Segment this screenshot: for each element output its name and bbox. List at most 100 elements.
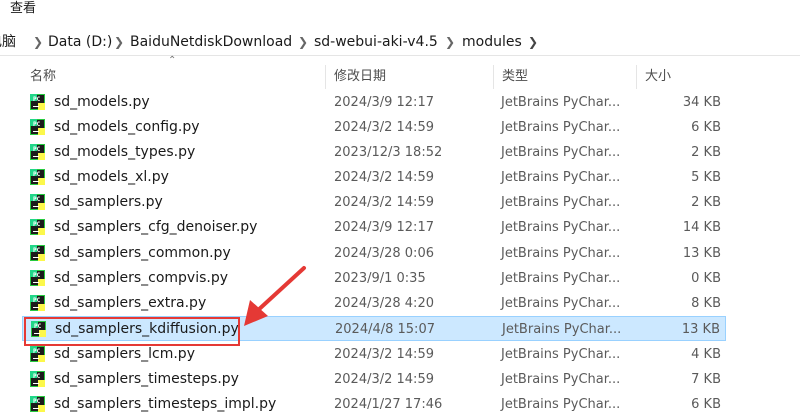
file-name: sd_models_xl.py: [54, 169, 169, 185]
file-date: 2024/3/2 14:59: [334, 120, 434, 135]
file-name: sd_samplers_extra.py: [54, 295, 207, 311]
table-row[interactable]: PC sd_samplers_timesteps.py 2024/3/2 14:59…: [22, 367, 726, 392]
pycharm-file-icon-mark: PC: [33, 272, 41, 279]
file-date: 2024/4/8 15:07: [335, 322, 435, 337]
column-divider[interactable]: [325, 65, 326, 89]
table-row[interactable]: PC sd_samplers_extra.py 2024/3/28 4:20 JetB…: [22, 291, 726, 316]
breadcrumb-folder-download[interactable]: BaiduNetdiskDownload: [130, 29, 292, 55]
file-size: 0 KB: [691, 271, 721, 286]
table-row[interactable]: PC sd_models_xl.py 2024/3/2 14:59 JetBrains…: [22, 165, 726, 190]
annotation-arrow-icon: [244, 266, 306, 326]
pycharm-file-icon: PC: [30, 295, 45, 311]
pycharm-file-icon-mark: PC: [33, 171, 41, 178]
file-name: sd_samplers_timesteps_impl.py: [54, 396, 277, 412]
column-divider[interactable]: [636, 65, 637, 89]
pycharm-file-icon-mark: PC: [33, 297, 41, 304]
column-size[interactable]: 大小: [645, 63, 671, 91]
pycharm-file-icon: PC: [30, 144, 45, 160]
file-type: JetBrains PyChar...: [501, 120, 621, 135]
file-type: JetBrains PyChar...: [501, 347, 621, 362]
file-name: sd_samplers.py: [54, 194, 163, 210]
file-date: 2024/3/2 14:59: [334, 372, 434, 387]
table-row[interactable]: PC sd_samplers.py 2024/3/2 14:59 JetBrains …: [22, 190, 726, 215]
file-type: JetBrains PyChar...: [501, 220, 621, 235]
table-row[interactable]: PC sd_samplers_cfg_denoiser.py 2024/3/9 12…: [22, 215, 726, 240]
pycharm-file-icon: PC: [30, 270, 45, 286]
table-row[interactable]: PC sd_samplers_common.py 2024/3/28 0:06 Jet…: [22, 241, 726, 266]
file-name: sd_models.py: [54, 94, 150, 110]
file-type: JetBrains PyChar...: [501, 195, 621, 210]
pycharm-file-icon-mark: PC: [33, 373, 41, 380]
file-type: JetBrains PyChar...: [501, 397, 621, 412]
file-date: 2024/3/28 0:06: [334, 246, 434, 261]
breadcrumb-drive[interactable]: Data (D:): [48, 29, 112, 55]
column-name[interactable]: 名称: [30, 63, 56, 91]
file-size: 13 KB: [682, 246, 721, 261]
chevron-right-icon[interactable]: ❯: [298, 29, 308, 55]
table-row[interactable]: PC sd_models_types.py 2023/12/3 18:52 JetBr…: [22, 140, 726, 165]
pycharm-file-icon-mark: PC: [33, 247, 41, 254]
annotation-highlight-box: [24, 317, 240, 346]
file-type: JetBrains PyChar...: [502, 322, 622, 337]
chevron-right-icon[interactable]: ❯: [114, 29, 124, 55]
pycharm-file-icon: PC: [30, 371, 45, 387]
table-row[interactable]: PC sd_samplers_timesteps_impl.py 2024/1/27…: [22, 392, 726, 417]
breadcrumb-this-pc[interactable]: 电脑: [0, 29, 16, 55]
file-size: 4 KB: [691, 347, 721, 362]
file-date: 2024/3/2 14:59: [334, 170, 434, 185]
menu-bar: 查看: [0, 0, 800, 20]
pycharm-file-icon: PC: [30, 194, 45, 210]
file-date: 2024/3/9 12:17: [334, 95, 434, 110]
pycharm-file-icon-mark: PC: [33, 221, 41, 228]
pycharm-file-icon: PC: [30, 245, 45, 261]
breadcrumb-folder-webui[interactable]: sd-webui-aki-v4.5: [314, 29, 438, 55]
file-type: JetBrains PyChar...: [501, 170, 621, 185]
chevron-right-icon[interactable]: ❯: [445, 29, 455, 55]
pycharm-file-icon-mark: PC: [33, 398, 41, 405]
column-type[interactable]: 类型: [502, 63, 528, 91]
pycharm-file-icon-mark: PC: [33, 348, 41, 355]
file-type: JetBrains PyChar...: [501, 246, 621, 261]
pycharm-file-icon: PC: [30, 94, 45, 110]
menu-view[interactable]: 查看: [10, 0, 36, 18]
file-type: JetBrains PyChar...: [501, 296, 621, 311]
file-date: 2024/3/2 14:59: [334, 347, 434, 362]
file-date: 2024/3/9 12:17: [334, 220, 434, 235]
file-date: 2023/12/3 18:52: [334, 145, 443, 160]
file-size: 6 KB: [691, 120, 721, 135]
file-size: 8 KB: [691, 296, 721, 311]
file-date: 2024/3/28 4:20: [334, 296, 434, 311]
file-size: 2 KB: [691, 195, 721, 210]
pycharm-file-icon: PC: [30, 219, 45, 235]
chevron-right-icon[interactable]: ❯: [528, 29, 538, 55]
file-type: JetBrains PyChar...: [501, 145, 621, 160]
breadcrumb[interactable]: 电脑 ❯ Data (D:) ❯ BaiduNetdiskDownload ❯ …: [0, 29, 800, 56]
file-name: sd_samplers_compvis.py: [54, 270, 229, 286]
pycharm-file-icon: PC: [30, 119, 45, 135]
column-date[interactable]: 修改日期: [334, 63, 386, 91]
file-size: 2 KB: [691, 145, 721, 160]
pycharm-file-icon: PC: [30, 169, 45, 185]
file-date: 2023/9/1 0:35: [334, 271, 426, 286]
file-name: sd_samplers_cfg_denoiser.py: [54, 219, 258, 235]
column-divider[interactable]: [493, 65, 494, 89]
file-date: 2024/1/27 17:46: [334, 397, 443, 412]
pycharm-file-icon-mark: PC: [33, 196, 41, 203]
pycharm-file-icon: PC: [30, 346, 45, 362]
table-row[interactable]: PC sd_samplers_compvis.py 2023/9/1 0:35 Jet…: [22, 266, 726, 291]
file-type: JetBrains PyChar...: [501, 271, 621, 286]
table-row[interactable]: PC sd_models.py 2024/3/9 12:17 JetBrains Py…: [22, 90, 726, 115]
chevron-right-icon[interactable]: ❯: [33, 29, 43, 55]
file-size: 7 KB: [691, 372, 721, 387]
file-name: sd_samplers_timesteps.py: [54, 371, 239, 387]
file-date: 2024/3/2 14:59: [334, 195, 434, 210]
file-size: 6 KB: [691, 397, 721, 412]
file-size: 14 KB: [682, 220, 721, 235]
file-size: 34 KB: [682, 95, 721, 110]
table-row[interactable]: PC sd_models_config.py 2024/3/2 14:59 JetBr…: [22, 115, 726, 140]
file-size: 13 KB: [681, 322, 720, 337]
sort-up-icon: ⌃: [168, 55, 177, 66]
file-type: JetBrains PyChar...: [501, 372, 621, 387]
file-name: sd_models_types.py: [54, 144, 196, 160]
breadcrumb-folder-modules[interactable]: modules: [462, 29, 522, 55]
